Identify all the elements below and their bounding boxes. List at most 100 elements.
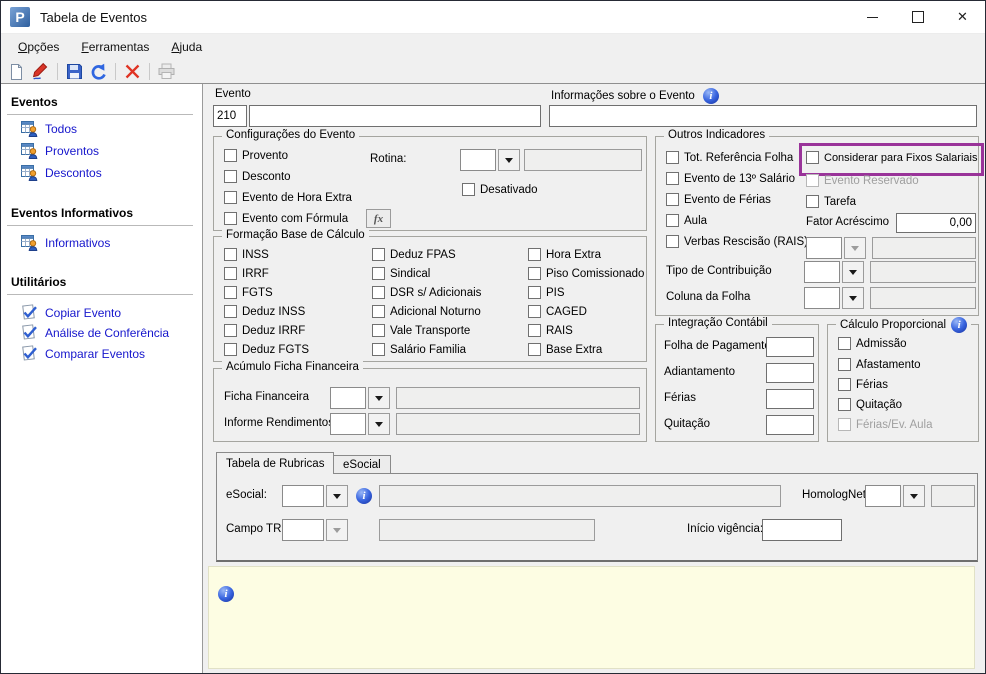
checkbox-verbas-rescisao[interactable]: Verbas Rescisão (RAIS) xyxy=(666,235,808,248)
menu-opcoes[interactable]: Opções xyxy=(7,36,70,58)
checkbox-label: Verbas Rescisão (RAIS) xyxy=(684,235,808,248)
checkbox-afastamento[interactable]: Afastamento xyxy=(838,358,921,371)
checkbox-tot-referencia-folha[interactable]: Tot. Referência Folha xyxy=(666,151,793,164)
checkbox-prop-quitacao[interactable]: Quitação xyxy=(838,398,902,411)
chevron-down-icon xyxy=(333,493,341,499)
rescisao-combo-value[interactable] xyxy=(806,237,842,259)
rescisao-dropdown[interactable] xyxy=(844,237,866,259)
rotina-combo-value[interactable] xyxy=(460,149,496,171)
minimize-button[interactable] xyxy=(850,1,895,33)
new-document-button[interactable] xyxy=(6,62,27,82)
informe-rendimentos-dropdown[interactable] xyxy=(368,413,390,435)
delete-button[interactable] xyxy=(122,62,143,82)
checkbox-caged[interactable]: CAGED xyxy=(528,305,587,318)
campo-trct-combo-value[interactable] xyxy=(282,519,324,541)
sidebar-item-todos[interactable]: Todos xyxy=(21,120,77,137)
homolognet-dropdown[interactable] xyxy=(903,485,925,507)
close-button[interactable]: ✕ xyxy=(940,1,985,33)
checkbox-label: Deduz IRRF xyxy=(242,324,306,337)
checkbox-salario-familia[interactable]: Salário Familia xyxy=(372,343,466,356)
checkbox-tarefa[interactable]: Tarefa xyxy=(806,195,856,208)
tab-esocial[interactable]: eSocial xyxy=(333,455,391,474)
ficha-financeira-combo-value[interactable] xyxy=(330,387,366,409)
checkbox-desativado[interactable]: Desativado xyxy=(462,183,538,196)
info-icon[interactable]: i xyxy=(702,88,719,104)
coluna-folha-combo-value[interactable] xyxy=(804,287,840,309)
checkbox-deduz-fpas[interactable]: Deduz FPAS xyxy=(372,248,456,261)
info-evento-input[interactable] xyxy=(549,105,977,127)
evento-name-input[interactable] xyxy=(249,105,541,127)
edit-button[interactable] xyxy=(30,62,51,82)
informe-rendimentos-combo-value[interactable] xyxy=(330,413,366,435)
coluna-folha-dropdown[interactable] xyxy=(842,287,864,309)
checkbox-dsr-adicionais[interactable]: DSR s/ Adicionais xyxy=(372,286,481,299)
sidebar-item-comparar-eventos[interactable]: Comparar Eventos xyxy=(21,345,145,362)
checkbox-vale-transporte[interactable]: Vale Transporte xyxy=(372,324,470,337)
checkbox-adicional-noturno[interactable]: Adicional Noturno xyxy=(372,305,481,318)
tipo-contribuicao-dropdown[interactable] xyxy=(842,261,864,283)
checkbox-admissao[interactable]: Admissão xyxy=(838,337,907,350)
checkbox-sindical[interactable]: Sindical xyxy=(372,267,430,280)
sidebar-item-proventos[interactable]: Proventos xyxy=(21,142,99,159)
checkbox-pis[interactable]: PIS xyxy=(528,286,565,299)
maximize-button[interactable] xyxy=(895,1,940,33)
info-icon[interactable]: i xyxy=(356,488,372,504)
checkbox-evento-ferias[interactable]: Evento de Férias xyxy=(666,193,771,206)
checkbox-evento-hora-extra[interactable]: Evento de Hora Extra xyxy=(224,191,352,204)
ferias-input[interactable] xyxy=(766,389,814,409)
sidebar-item-analise-conferencia[interactable]: Análise de Conferência xyxy=(21,324,169,341)
checkbox-deduz-fgts[interactable]: Deduz FGTS xyxy=(224,343,309,356)
checkbox-fgts[interactable]: FGTS xyxy=(224,286,273,299)
checkbox-box xyxy=(372,267,385,280)
checkbox-prop-ferias[interactable]: Férias xyxy=(838,378,888,391)
rotina-combo-dropdown[interactable] xyxy=(498,149,520,171)
inicio-vigencia-input[interactable] xyxy=(762,519,842,541)
adiantamento-input[interactable] xyxy=(766,363,814,383)
formula-fx-button[interactable]: fx xyxy=(366,209,391,228)
folha-pagamento-input[interactable] xyxy=(766,337,814,357)
group-proporcional-title: Cálculo Proporcional i xyxy=(836,317,972,333)
close-icon: ✕ xyxy=(957,9,968,24)
esocial-combo-value[interactable] xyxy=(282,485,324,507)
checkbox-inss[interactable]: INSS xyxy=(224,248,269,261)
sidebar-item-copiar-evento[interactable]: Copiar Evento xyxy=(21,304,121,321)
chevron-down-icon xyxy=(505,157,513,163)
toolbar-separator xyxy=(115,63,116,80)
checkbox-box xyxy=(838,378,851,391)
group-integracao-contabil: Integração Contábil Folha de Pagamento A… xyxy=(655,317,819,442)
checkbox-deduz-inss[interactable]: Deduz INSS xyxy=(224,305,305,318)
checkbox-evento-com-formula[interactable]: Evento com Fórmula xyxy=(224,212,348,225)
checkbox-label: Hora Extra xyxy=(546,248,601,261)
sidebar-item-informativos[interactable]: Informativos xyxy=(21,234,110,251)
sidebar-heading-utilitarios: Utilitários xyxy=(11,275,67,289)
fator-acrescimo-input[interactable] xyxy=(896,213,976,233)
save-button[interactable] xyxy=(64,62,85,82)
checkbox-rais[interactable]: RAIS xyxy=(528,324,573,337)
info-icon[interactable]: i xyxy=(951,317,968,333)
checkbox-hora-extra[interactable]: Hora Extra xyxy=(528,248,601,261)
checkbox-piso-comissionado[interactable]: Piso Comissionado xyxy=(528,267,644,280)
esocial-dropdown[interactable] xyxy=(326,485,348,507)
quitacao-input[interactable] xyxy=(766,415,814,435)
events-table-icon xyxy=(21,121,38,137)
print-button[interactable] xyxy=(156,62,177,82)
homolognet-combo-value[interactable] xyxy=(865,485,901,507)
checkbox-considerar-fixos-salariais[interactable]: Considerar para Fixos Salariais xyxy=(806,151,977,164)
sidebar-item-descontos[interactable]: Descontos xyxy=(21,164,102,181)
evento-code-input[interactable] xyxy=(213,105,247,127)
checkbox-deduz-irrf[interactable]: Deduz IRRF xyxy=(224,324,305,337)
tab-tabela-de-rubricas[interactable]: Tabela de Rubricas xyxy=(216,452,335,474)
checkbox-box xyxy=(806,195,819,208)
checkbox-base-extra[interactable]: Base Extra xyxy=(528,343,602,356)
checkbox-irrf[interactable]: IRRF xyxy=(224,267,269,280)
checkbox-aula[interactable]: Aula xyxy=(666,214,707,227)
menu-ferramentas[interactable]: Ferramentas xyxy=(70,36,160,58)
tipo-contribuicao-combo-value[interactable] xyxy=(804,261,840,283)
undo-button[interactable] xyxy=(88,62,109,82)
ficha-financeira-dropdown[interactable] xyxy=(368,387,390,409)
checkbox-box xyxy=(462,183,475,196)
checkbox-evento-13-salario[interactable]: Evento de 13º Salário xyxy=(666,172,795,185)
menu-ajuda[interactable]: Ajuda xyxy=(160,36,213,58)
checkbox-desconto[interactable]: Desconto xyxy=(224,170,291,183)
checkbox-provento[interactable]: Provento xyxy=(224,149,288,162)
